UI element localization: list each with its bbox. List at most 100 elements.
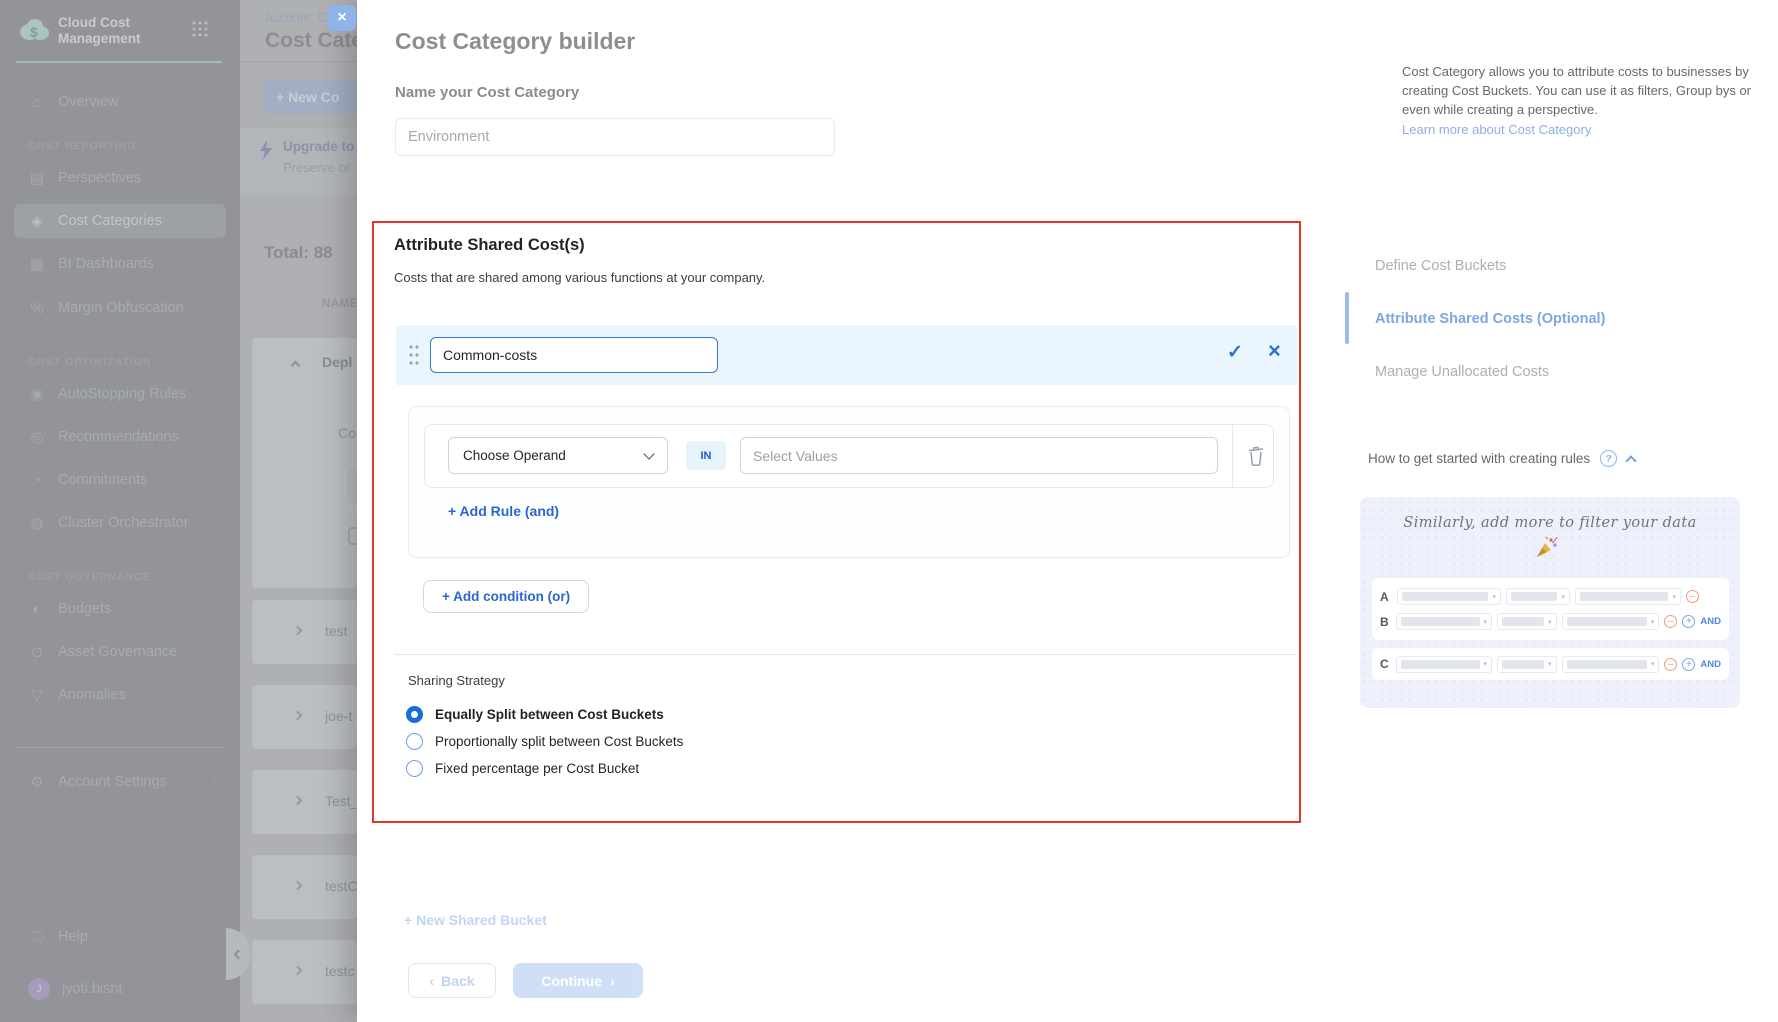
autostopping-rules-icon: ◉ (28, 385, 46, 403)
shared-bucket-name-input[interactable] (430, 337, 718, 373)
illustration-row-b: B ▾ ▾ ▾ – + AND (1380, 613, 1721, 631)
strategy-option-equal[interactable]: Equally Split between Cost Buckets (406, 703, 664, 725)
account-settings-gear-icon: ⚙ (28, 773, 46, 791)
bi-dashboards-icon: ▦ (28, 255, 46, 273)
learn-more-link[interactable]: Learn more about Cost Category (1402, 122, 1591, 137)
strategy-option-proportional[interactable]: Proportionally split between Cost Bucket… (406, 730, 683, 752)
background-page-title: Cost Cate (265, 29, 363, 53)
radio-selected-icon[interactable] (406, 706, 423, 723)
dimmed-input-stub (345, 465, 357, 505)
sidebar-item-budgets[interactable]: ◐ Budgets (14, 592, 226, 626)
recommendations-icon: ◎ (28, 428, 46, 446)
sidebar-item-recommendations[interactable]: ◎ Recommendations (14, 420, 226, 454)
sidebar: $ Cloud Cost Management ⌂ Overview COST … (0, 0, 240, 1022)
new-shared-bucket-link[interactable]: + New Shared Bucket (404, 912, 547, 928)
asset-governance-icon: ⊙ (28, 643, 46, 661)
operand-select[interactable]: Choose Operand (448, 437, 668, 474)
app-title: Cloud Cost Management (58, 15, 198, 47)
sidebar-user[interactable]: J jyoti.bisht (14, 972, 226, 1006)
step-define-cost-buckets[interactable]: Define Cost Buckets (1375, 258, 1506, 274)
placeholder-select: ▾ (1497, 656, 1556, 673)
perspectives-icon: ▤ (28, 169, 46, 187)
section-cost-reporting: COST REPORTING (28, 140, 137, 152)
sidebar-item-cost-categories[interactable]: ◈ Cost Categories (14, 204, 226, 238)
illustration-caption: Similarly, add more to filter your data (1372, 515, 1728, 531)
modal-close-button[interactable]: × (328, 5, 356, 31)
apps-grid-icon[interactable] (192, 21, 208, 37)
active-step-bar (1345, 292, 1349, 344)
chevron-right-icon: › (610, 973, 615, 989)
operator-badge[interactable]: IN (686, 441, 726, 470)
sidebar-item-cluster-orchestrator[interactable]: ◍ Cluster Orchestrator (14, 506, 226, 540)
illustration-row-a: A ▾ ▾ ▾ – (1380, 588, 1721, 606)
sharing-strategy-label: Sharing Strategy (408, 673, 505, 688)
illustration-rule-group-c: C ▾ ▾ ▾ – + AND (1372, 648, 1729, 680)
expanded-row-label: Depl (322, 354, 352, 370)
add-condition-button[interactable]: + Add condition (or) (423, 580, 589, 613)
row-label: Test_ (325, 793, 358, 809)
howto-header[interactable]: How to get started with creating rules ? (1368, 450, 1635, 467)
category-name-input[interactable] (395, 118, 835, 156)
add-rule-icon: + (1682, 615, 1695, 628)
expanded-sub-label: Co (338, 425, 356, 441)
sidebar-item-asset-governance[interactable]: ⊙ Asset Governance (14, 635, 226, 669)
sidebar-item-help[interactable]: 🗨 Help (14, 920, 226, 954)
step-manage-unallocated-costs[interactable]: Manage Unallocated Costs (1375, 364, 1549, 380)
cost-categories-icon: ◈ (28, 212, 46, 230)
sidebar-item-anomalies[interactable]: ▽ Anomalies (14, 678, 226, 712)
help-chat-icon: 🗨 (28, 928, 46, 946)
back-button[interactable]: ‹ Back (408, 963, 496, 998)
sidebar-item-bi-dashboards[interactable]: ▦ BI Dashboards (14, 247, 226, 281)
sidebar-item-autostopping-rules[interactable]: ◉ AutoStopping Rules (14, 377, 226, 411)
sidebar-item-perspectives[interactable]: ▤ Perspectives (14, 161, 226, 195)
sidebar-item-margin-obfuscation[interactable]: % Margin Obfuscation (14, 291, 226, 325)
row-label: joe-t (325, 708, 352, 724)
budgets-icon: ◐ (28, 601, 46, 618)
upgrade-subtitle: Preserve or (283, 160, 350, 175)
add-rule-link[interactable]: + Add Rule (and) (448, 503, 559, 519)
select-values-input[interactable] (740, 437, 1218, 474)
sidebar-collapse-tab[interactable] (226, 928, 250, 980)
placeholder-select: ▾ (1575, 588, 1681, 605)
sidebar-item-account-settings[interactable]: ⚙ Account Settings (14, 765, 226, 799)
sidebar-item-overview[interactable]: ⌂ Overview (14, 85, 226, 119)
continue-button[interactable]: Continue › (513, 963, 643, 998)
confirm-bucket-icon[interactable]: ✓ (1227, 341, 1243, 364)
strategy-option-fixed[interactable]: Fixed percentage per Cost Bucket (406, 757, 639, 779)
dimmed-backdrop: $ Cloud Cost Management ⌂ Overview COST … (0, 0, 357, 1022)
placeholder-select: ▾ (1396, 613, 1492, 630)
drag-handle-icon[interactable] (408, 343, 420, 367)
modal-title: Cost Category builder (395, 28, 635, 55)
user-avatar: J (28, 978, 50, 1000)
step-attribute-shared-costs[interactable]: Attribute Shared Costs (Optional) (1375, 311, 1605, 327)
sidebar-item-commitments[interactable]: ◔ Commitments (14, 463, 226, 497)
lightning-icon (258, 140, 274, 160)
chevron-up-icon[interactable] (1625, 455, 1636, 466)
svg-text:$: $ (30, 24, 38, 40)
placeholder-select: ▾ (1497, 613, 1556, 630)
name-category-label: Name your Cost Category (395, 84, 579, 101)
delete-rule-button[interactable] (1240, 440, 1272, 472)
party-popper-icon (1533, 535, 1559, 561)
radio-unselected-icon[interactable] (406, 760, 423, 777)
help-question-icon[interactable]: ? (1600, 450, 1617, 467)
remove-rule-icon: – (1686, 590, 1699, 603)
remove-rule-icon: – (1664, 658, 1677, 671)
row-label: testC (325, 878, 358, 894)
section-cost-optimization: COST OPTIMIZATION (28, 356, 152, 368)
placeholder-select: ▾ (1397, 588, 1501, 605)
row-label: test (325, 623, 348, 639)
cloud-cost-logo-icon: $ (16, 14, 52, 44)
cancel-bucket-icon[interactable]: × (1268, 338, 1281, 364)
illustration-row-c: C ▾ ▾ ▾ – + AND (1380, 655, 1721, 673)
upgrade-title: Upgrade to (283, 139, 354, 154)
radio-unselected-icon[interactable] (406, 733, 423, 750)
cluster-orchestrator-icon: ◍ (28, 514, 46, 532)
chevron-down-icon (643, 448, 654, 459)
chevron-right-icon (207, 777, 217, 787)
sidebar-divider (16, 61, 222, 63)
shared-costs-title: Attribute Shared Cost(s) (394, 236, 585, 255)
margin-obfuscation-icon: % (28, 300, 46, 317)
overview-icon: ⌂ (28, 94, 46, 111)
placeholder-select: ▾ (1506, 588, 1570, 605)
